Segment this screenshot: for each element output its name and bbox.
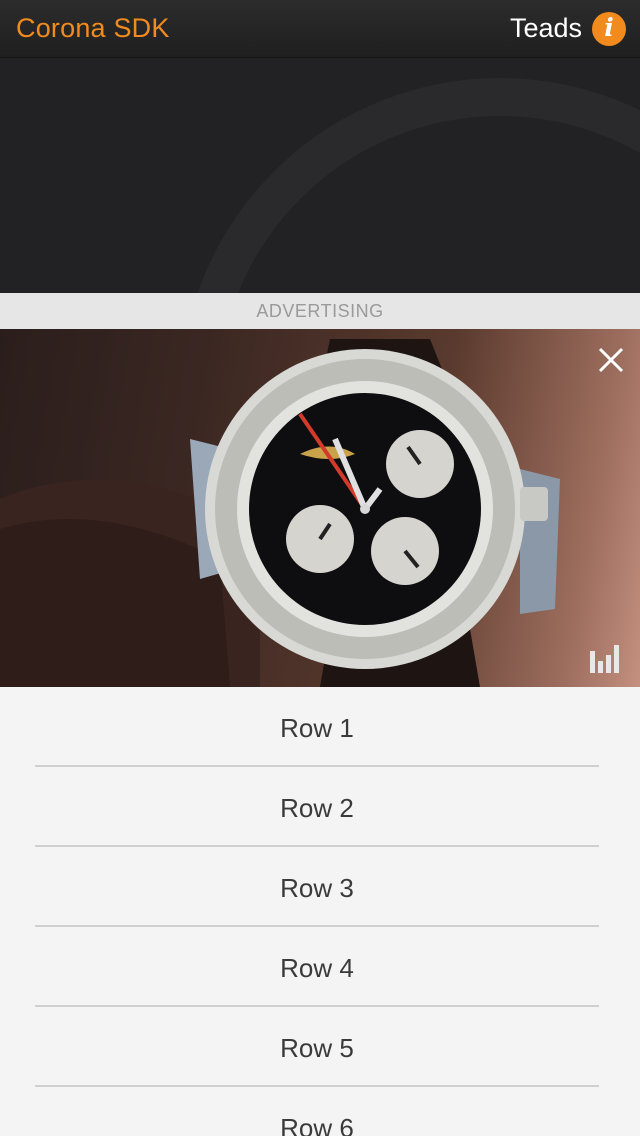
list-item-label: Row 2 xyxy=(280,793,354,823)
list-item[interactable]: Row 1 xyxy=(35,687,599,767)
list-item-label: Row 3 xyxy=(280,873,354,903)
bar-chart-icon[interactable] xyxy=(588,643,624,673)
provider-label: Teads xyxy=(509,13,582,43)
list-item[interactable]: Row 2 xyxy=(35,767,599,847)
list-item-label: Row 5 xyxy=(280,1033,354,1063)
list-item[interactable]: Row 6 xyxy=(35,1087,599,1136)
ad-video[interactable] xyxy=(0,329,640,687)
list-item-label: Row 4 xyxy=(280,953,354,983)
app-title: Corona SDK xyxy=(16,13,170,43)
watch-image xyxy=(0,339,560,687)
list-item-label: Row 6 xyxy=(280,1113,354,1136)
list-item-label: Row 1 xyxy=(280,713,354,743)
hero-banner xyxy=(0,58,640,293)
list-item[interactable]: Row 4 xyxy=(35,927,599,1007)
ad-label: ADVERTISING xyxy=(0,293,640,329)
row-list: Row 1 Row 2 Row 3 Row 4 Row 5 Row 6 xyxy=(0,687,640,1136)
list-item[interactable]: Row 3 xyxy=(35,847,599,927)
list-item[interactable]: Row 5 xyxy=(35,1007,599,1087)
hero-decoration xyxy=(180,78,640,293)
info-icon[interactable]: i xyxy=(592,12,626,46)
navigation-bar: Corona SDK Teads i xyxy=(0,0,640,58)
close-icon[interactable] xyxy=(596,345,626,375)
